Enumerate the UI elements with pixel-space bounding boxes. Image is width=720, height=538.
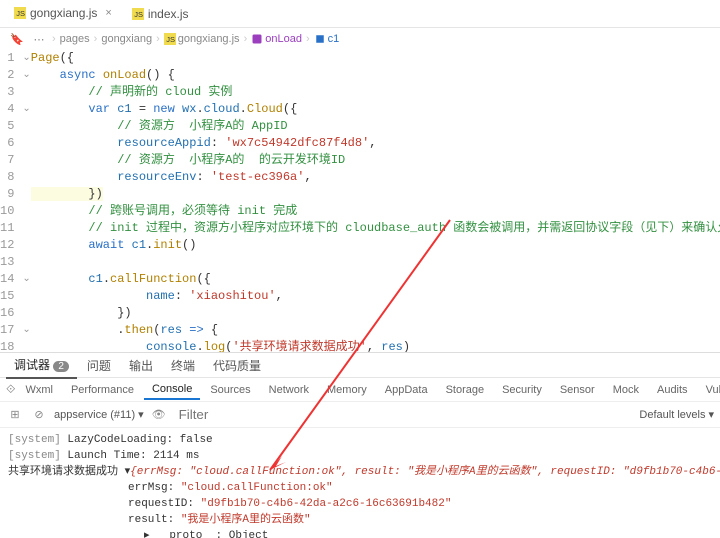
- devtool-tabs: ⟐ Wxml Performance Console Sources Netwo…: [0, 378, 720, 402]
- breadcrumb: 🔖 ⋯ › pages › gongxiang › JSgongxiang.js…: [0, 28, 720, 50]
- stab-security[interactable]: Security: [494, 381, 550, 399]
- svg-text:JS: JS: [134, 10, 143, 19]
- console-toolbar: ⊞ ⊘ appservice (#11) ▾ 👁 Default levels …: [0, 402, 720, 428]
- fold-gutter[interactable]: ⌄⌄⌄⌄⌄: [22, 50, 30, 352]
- ptab-issues[interactable]: 问题: [79, 353, 119, 378]
- stab-storage[interactable]: Storage: [438, 381, 493, 399]
- js-icon: JS: [14, 7, 26, 19]
- tab-gongxiang[interactable]: JS gongxiang.js ×: [4, 2, 122, 25]
- stab-audits[interactable]: Audits: [649, 381, 696, 399]
- stab-sources[interactable]: Sources: [202, 381, 258, 399]
- tab-label: index.js: [148, 7, 189, 21]
- stab-wxml[interactable]: Wxml: [17, 381, 61, 399]
- crumb-file[interactable]: JSgongxiang.js: [164, 33, 240, 45]
- close-icon[interactable]: ×: [105, 7, 111, 19]
- log-field: requestID:: [128, 498, 201, 510]
- stab-network[interactable]: Network: [261, 381, 317, 399]
- tab-label: gongxiang.js: [30, 6, 97, 20]
- js-icon: JS: [132, 8, 144, 20]
- scope-select[interactable]: appservice (#11) ▾: [54, 408, 144, 421]
- more-icon[interactable]: ⋯: [30, 30, 48, 48]
- crumb-method[interactable]: onLoad: [251, 33, 302, 45]
- eye-icon[interactable]: 👁: [150, 406, 168, 424]
- toggle-drawer-icon[interactable]: ⊞: [6, 406, 24, 424]
- crumb-folder[interactable]: gongxiang: [101, 33, 152, 45]
- ptab-quality[interactable]: 代码质量: [205, 353, 269, 378]
- code-area[interactable]: Page({ async onLoad() { // 声明新的 cloud 实例…: [31, 50, 720, 352]
- stab-appdata[interactable]: AppData: [377, 381, 436, 399]
- stab-memory[interactable]: Memory: [319, 381, 375, 399]
- stab-mock[interactable]: Mock: [605, 381, 647, 399]
- editor-tabs: JS gongxiang.js × JS index.js: [0, 0, 720, 28]
- ptab-terminal[interactable]: 终端: [163, 353, 203, 378]
- crumb-pages[interactable]: pages: [60, 33, 90, 45]
- expand-icon[interactable]: ▸: [144, 530, 156, 538]
- stab-sensor[interactable]: Sensor: [552, 381, 603, 399]
- panel-tabs: 调试器 2 问题 输出 终端 代码质量: [0, 352, 720, 378]
- chevron-down-icon: ▾: [708, 408, 714, 421]
- editor[interactable]: 1 2 3 4 5 6 7 8 9 10 11 12 13 14 15 16 1…: [0, 50, 720, 352]
- stab-vuln[interactable]: Vulnerability: [698, 381, 720, 399]
- crumb-var[interactable]: c1: [314, 33, 340, 45]
- log-field: errMsg:: [128, 482, 181, 494]
- levels-select[interactable]: Default levels ▾: [639, 408, 714, 421]
- tab-index[interactable]: JS index.js: [122, 3, 199, 25]
- svg-text:JS: JS: [166, 35, 175, 44]
- stab-perf[interactable]: Performance: [63, 381, 142, 399]
- stab-console[interactable]: Console: [144, 380, 200, 400]
- bookmark-icon[interactable]: 🔖: [8, 30, 26, 48]
- svg-text:JS: JS: [16, 9, 25, 18]
- clear-icon[interactable]: ⊘: [30, 406, 48, 424]
- ptab-debug[interactable]: 调试器 2: [6, 352, 77, 379]
- filter-input[interactable]: [174, 404, 334, 425]
- ptab-output[interactable]: 输出: [121, 353, 161, 378]
- console-output[interactable]: [system] LazyCodeLoading: false [system]…: [0, 428, 720, 538]
- chevron-down-icon: ▾: [138, 408, 144, 421]
- log-field: result:: [128, 514, 181, 526]
- line-numbers: 1 2 3 4 5 6 7 8 9 10 11 12 13 14 15 16 1…: [0, 50, 22, 352]
- inspect-icon[interactable]: ⟐: [6, 381, 15, 399]
